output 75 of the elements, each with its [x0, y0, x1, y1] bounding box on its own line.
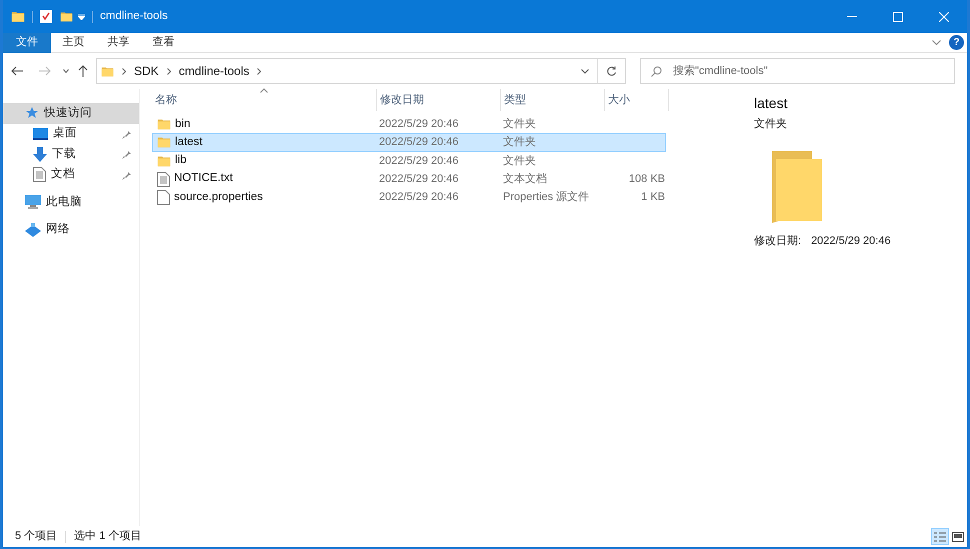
sidebar-item[interactable]: 桌面 — [3, 124, 139, 144]
file-size: 1 KB — [641, 190, 665, 206]
ribbon-tab[interactable]: 文件 — [3, 32, 51, 52]
file-name: bin — [175, 116, 190, 132]
folder-icon — [157, 154, 171, 168]
refresh-icon[interactable] — [606, 66, 617, 76]
preview-title: latest — [754, 94, 788, 113]
breadcrumb-segment[interactable]: SDK — [134, 62, 159, 80]
customize-dropdown-icon[interactable] — [78, 14, 85, 20]
text-file-icon — [33, 167, 46, 182]
desktop-icon — [33, 128, 48, 140]
file-row[interactable]: lib 2022/5/29 20:46 文件夹 — [152, 152, 666, 170]
back-arrow-icon[interactable] — [11, 66, 23, 76]
preview-type: 文件夹 — [754, 116, 788, 132]
column-header[interactable]: 名称 — [152, 89, 377, 111]
folder-icon — [11, 9, 25, 24]
file-row[interactable]: latest 2022/5/29 20:46 文件夹 — [152, 133, 666, 152]
file-icon — [157, 190, 170, 205]
text-file-icon — [157, 172, 170, 187]
file-name: lib — [175, 153, 187, 168]
sidebar-item[interactable]: 网络 — [3, 220, 139, 240]
file-type: 文件夹 — [502, 154, 537, 168]
file-type: 文件夹 — [502, 134, 537, 150]
column-header[interactable]: 修改日期 — [377, 89, 501, 111]
sidebar-item[interactable]: 此电脑 — [3, 192, 139, 212]
address-bar[interactable]: SDK cmdline-tools — [96, 58, 626, 84]
file-type: 文件夹 — [502, 116, 537, 132]
column-header[interactable]: 大小 — [605, 89, 669, 111]
file-name: latest — [175, 134, 202, 150]
computer-icon — [25, 195, 41, 210]
modified-date: 2022/5/29 20:46 — [378, 190, 460, 206]
dropdown-icon[interactable] — [581, 68, 589, 74]
sidebar-item[interactable]: 快速访问 — [3, 103, 139, 124]
folder-icon — [157, 117, 171, 132]
chevron-icon[interactable] — [166, 68, 171, 74]
file-row[interactable]: NOTICE.txt 2022/5/29 20:46 文本文档 108 KB — [152, 170, 666, 188]
search-field[interactable]: 搜索"cmdline-tools" — [640, 58, 955, 84]
ribbon-tab[interactable]: 查看 — [141, 32, 186, 52]
modified-date: 2022/5/29 20:46 — [378, 172, 460, 187]
file-row[interactable]: source.properties 2022/5/29 20:46 Properties 源文件 1 KB — [152, 188, 666, 206]
item-count: 5 个项目 — [15, 529, 58, 544]
modified-date: 2022/5/29 20:46 — [378, 135, 460, 150]
help-icon[interactable]: ? — [949, 35, 964, 50]
file-row[interactable]: bin 2022/5/29 20:46 文件夹 — [152, 115, 666, 134]
window-title: cmdline-tools — [100, 8, 168, 24]
sidebar-item[interactable]: 下载 — [3, 144, 139, 164]
chevron-icon[interactable] — [257, 68, 262, 74]
modified-date: 2022/5/29 20:46 — [378, 116, 460, 132]
breadcrumb-segment[interactable]: cmdline-tools — [178, 62, 250, 80]
chevron-icon[interactable] — [122, 68, 126, 74]
ribbon-tab[interactable]: 主页 — [51, 32, 96, 52]
file-type: Properties 源文件 — [502, 190, 590, 206]
file-name: NOTICE.txt — [174, 171, 233, 186]
folder-icon — [157, 135, 171, 150]
file-size: 108 KB — [628, 172, 665, 187]
file-name: source.properties — [174, 190, 263, 205]
ribbon-tab[interactable]: 共享 — [96, 32, 141, 52]
properties-icon[interactable] — [40, 10, 52, 23]
sidebar-item[interactable]: 文档 — [3, 164, 139, 185]
selection-count: 选中 1 个项目 — [74, 529, 142, 544]
search-icon — [651, 66, 662, 77]
modified-value: 2022/5/29 20:46 — [811, 234, 891, 248]
up-arrow-icon[interactable] — [78, 65, 88, 77]
network-icon — [25, 222, 41, 237]
recent-dropdown-icon[interactable] — [63, 69, 69, 73]
modified-label: 修改日期: — [754, 234, 802, 248]
modified-date: 2022/5/29 20:46 — [378, 154, 460, 168]
star-icon — [25, 106, 39, 120]
close-icon — [939, 12, 949, 22]
details-view-button[interactable] — [931, 528, 949, 545]
column-header[interactable]: 类型 — [501, 89, 605, 111]
file-type: 文本文档 — [502, 172, 548, 187]
download-arrow-icon — [33, 146, 47, 162]
expand-ribbon-icon[interactable] — [932, 40, 941, 46]
sort-ascending-icon — [260, 88, 268, 93]
